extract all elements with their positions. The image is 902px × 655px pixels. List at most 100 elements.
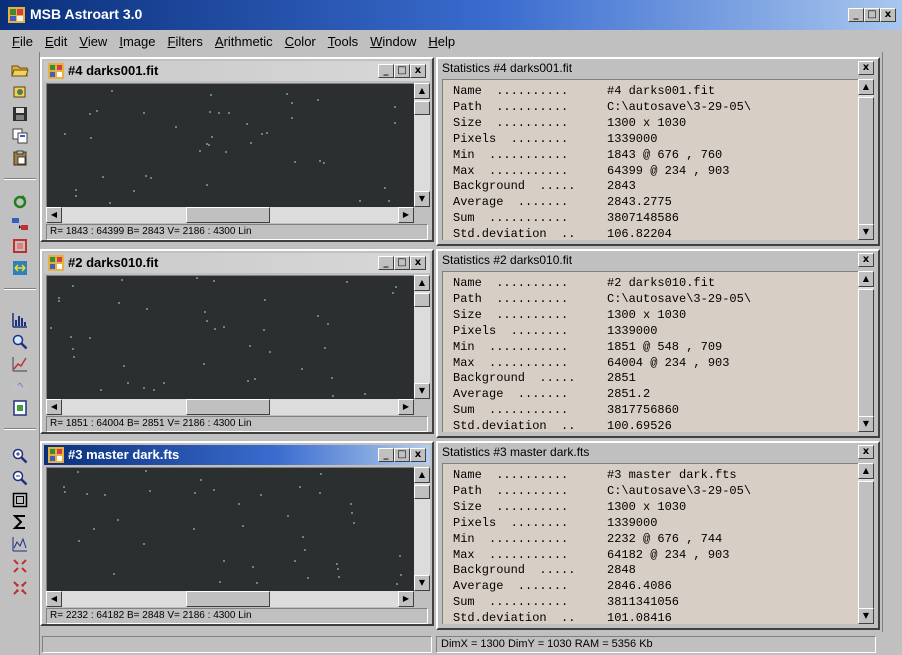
image-canvas[interactable] — [46, 83, 414, 207]
image-window-darks010[interactable]: #2 darks010.fit _ □ x ▲ ▼ ◀ ▶ R= 1851 : … — [40, 249, 434, 434]
menu-help[interactable]: Help — [422, 32, 461, 51]
scroll-thumb[interactable] — [414, 101, 430, 115]
star-speck — [150, 177, 152, 179]
minimize-button[interactable]: _ — [378, 256, 394, 270]
scroll-left-button[interactable]: ◀ — [46, 207, 62, 223]
vertical-scrollbar[interactable]: ▲ ▼ — [858, 463, 874, 624]
maximize-button[interactable]: □ — [394, 256, 410, 270]
menu-file[interactable]: File — [6, 32, 39, 51]
app-titlebar[interactable]: MSB Astroart 3.0 _ □ x — [0, 0, 902, 30]
minimize-button[interactable]: _ — [378, 448, 394, 462]
scroll-thumb[interactable] — [186, 399, 270, 415]
window-titlebar[interactable]: #4 darks001.fit _ □ x — [44, 61, 430, 81]
refresh-icon[interactable] — [10, 192, 30, 212]
scroll-up-button[interactable]: ▲ — [414, 467, 430, 483]
scroll-up-button[interactable]: ▲ — [414, 275, 430, 291]
frame-icon[interactable] — [10, 490, 30, 510]
zoom-icon[interactable] — [10, 332, 30, 352]
menu-view[interactable]: View — [73, 32, 113, 51]
scroll-down-button[interactable]: ▼ — [414, 383, 430, 399]
convert-icon[interactable] — [10, 214, 30, 234]
window-titlebar[interactable]: #3 master dark.fts _ □ x — [44, 445, 430, 465]
scroll-down-button[interactable]: ▼ — [858, 608, 874, 624]
close-button[interactable]: x — [858, 253, 874, 267]
crop-icon[interactable] — [10, 236, 30, 256]
minimize-button[interactable]: _ — [848, 8, 864, 22]
graph-icon[interactable] — [10, 534, 30, 554]
close-button[interactable]: x — [858, 445, 874, 459]
histogram-icon[interactable] — [10, 310, 30, 330]
status-dimensions: DimX = 1300 DimY = 1030 RAM = 5356 Kb — [436, 636, 876, 653]
scroll-thumb[interactable] — [858, 481, 874, 611]
vertical-scrollbar[interactable]: ▲ ▼ — [858, 271, 874, 432]
scroll-right-button[interactable]: ▶ — [398, 399, 414, 415]
menu-arithmetic[interactable]: Arithmetic — [209, 32, 279, 51]
scroll-down-button[interactable]: ▼ — [858, 416, 874, 432]
horizontal-scrollbar[interactable]: ◀ ▶ — [46, 591, 414, 607]
scroll-thumb[interactable] — [414, 485, 430, 499]
menu-tools[interactable]: Tools — [322, 32, 364, 51]
resize-icon[interactable] — [10, 258, 30, 278]
copy-icon[interactable] — [10, 82, 30, 102]
menu-edit[interactable]: Edit — [39, 32, 73, 51]
scroll-down-button[interactable]: ▼ — [414, 191, 430, 207]
save-icon[interactable] — [10, 104, 30, 124]
statistics-label: Min ........... — [453, 339, 569, 354]
scroll-thumb[interactable] — [414, 293, 430, 307]
statistics-row: Min ........... 2232 @ 676 , 744 — [453, 532, 858, 548]
image-window-master-dark[interactable]: #3 master dark.fts _ □ x ▲ ▼ ◀ ▶ R= 2232… — [40, 441, 434, 626]
vertical-scrollbar[interactable]: ▲ ▼ — [414, 467, 430, 591]
close-button[interactable]: x — [410, 256, 426, 270]
scroll-left-button[interactable]: ◀ — [46, 591, 62, 607]
stars-icon[interactable] — [10, 376, 30, 396]
close-button[interactable]: x — [410, 448, 426, 462]
scroll-up-button[interactable]: ▲ — [858, 271, 874, 287]
duplicate-icon[interactable] — [10, 126, 30, 146]
vertical-scrollbar[interactable]: ▲ ▼ — [414, 83, 430, 207]
statistics-panel-master-dark[interactable]: Statistics #3 master dark.fts x Name ...… — [436, 441, 880, 630]
menu-filters[interactable]: Filters — [161, 32, 208, 51]
horizontal-scrollbar[interactable]: ◀ ▶ — [46, 399, 414, 415]
statistics-panel-darks010[interactable]: Statistics #2 darks010.fit x Name ......… — [436, 249, 880, 438]
image-window-darks001[interactable]: #4 darks001.fit _ □ x ▲ ▼ ◀ ▶ R= 1843 : … — [40, 57, 434, 242]
expand-icon[interactable] — [10, 556, 30, 576]
scroll-thumb[interactable] — [186, 591, 270, 607]
scroll-thumb[interactable] — [186, 207, 270, 223]
scroll-right-button[interactable]: ▶ — [398, 207, 414, 223]
vertical-scrollbar[interactable]: ▲ ▼ — [414, 275, 430, 399]
maximize-button[interactable]: □ — [864, 8, 880, 22]
open-folder-icon[interactable] — [10, 60, 30, 80]
image-canvas[interactable] — [46, 467, 414, 591]
zoom-in-icon[interactable] — [10, 446, 30, 466]
zoom-out-icon[interactable] — [10, 468, 30, 488]
scroll-up-button[interactable]: ▲ — [858, 79, 874, 95]
window-titlebar[interactable]: #2 darks010.fit _ □ x — [44, 253, 430, 273]
shrink-icon[interactable] — [10, 578, 30, 598]
image-canvas[interactable] — [46, 275, 414, 399]
scroll-left-button[interactable]: ◀ — [46, 399, 62, 415]
close-button[interactable]: x — [880, 8, 896, 22]
sum-icon[interactable] — [10, 512, 30, 532]
menu-window[interactable]: Window — [364, 32, 422, 51]
scroll-up-button[interactable]: ▲ — [858, 463, 874, 479]
info-icon[interactable] — [10, 398, 30, 418]
vertical-scrollbar[interactable]: ▲ ▼ — [858, 79, 874, 240]
plot-icon[interactable] — [10, 354, 30, 374]
maximize-button[interactable]: □ — [394, 448, 410, 462]
maximize-button[interactable]: □ — [394, 64, 410, 78]
close-button[interactable]: x — [410, 64, 426, 78]
close-button[interactable]: x — [858, 61, 874, 75]
paste-icon[interactable] — [10, 148, 30, 168]
star-speck — [96, 110, 98, 112]
scroll-down-button[interactable]: ▼ — [414, 575, 430, 591]
scroll-thumb[interactable] — [858, 97, 874, 227]
scroll-down-button[interactable]: ▼ — [858, 224, 874, 240]
scroll-thumb[interactable] — [858, 289, 874, 419]
scroll-right-button[interactable]: ▶ — [398, 591, 414, 607]
menu-color[interactable]: Color — [279, 32, 322, 51]
menu-image[interactable]: Image — [113, 32, 161, 51]
horizontal-scrollbar[interactable]: ◀ ▶ — [46, 207, 414, 223]
scroll-up-button[interactable]: ▲ — [414, 83, 430, 99]
minimize-button[interactable]: _ — [378, 64, 394, 78]
statistics-panel-darks001[interactable]: Statistics #4 darks001.fit x Name ......… — [436, 57, 880, 246]
